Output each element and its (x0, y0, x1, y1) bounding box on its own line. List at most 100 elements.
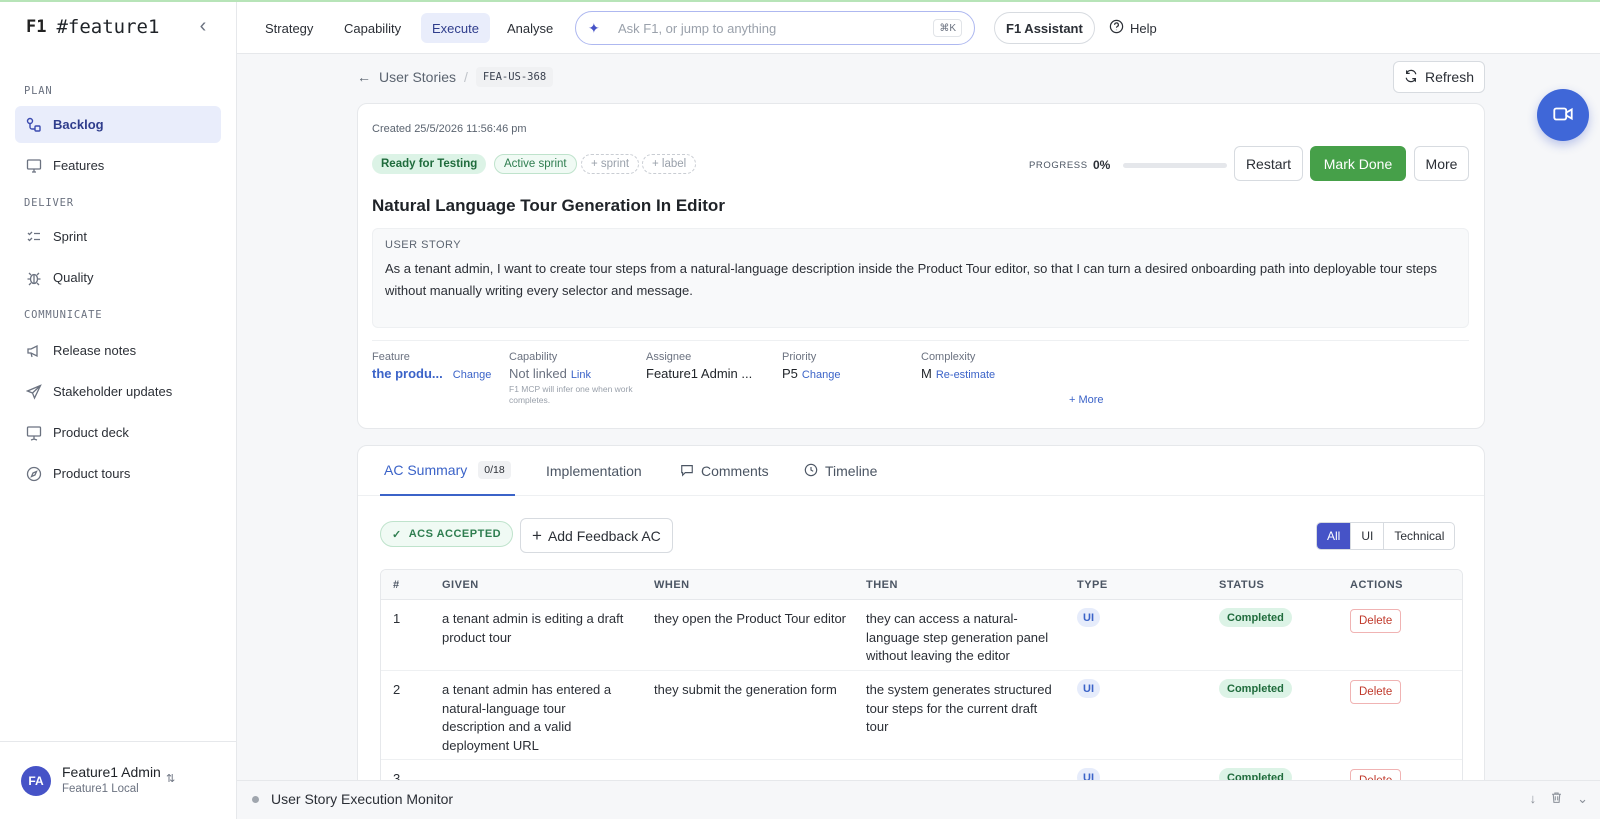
sidebar-item-quality[interactable]: Quality (15, 259, 221, 296)
help-icon (1109, 19, 1124, 37)
chevron-down-icon[interactable]: ⌄ (1577, 791, 1588, 807)
search-input[interactable] (618, 20, 918, 36)
sidebar-item-label: Release notes (53, 343, 137, 358)
story-title: Natural Language Tour Generation In Edit… (372, 196, 725, 215)
tab-capability[interactable]: Capability (333, 13, 412, 43)
sidebar-item-label: Product deck (53, 425, 129, 440)
ac-type-filter: All UI Technical (1316, 522, 1456, 550)
brand-logo: F1 (26, 17, 47, 37)
assignee-value[interactable]: Feature1 Admin ... (646, 366, 752, 381)
sidebar-item-label: Sprint (53, 229, 87, 244)
presentation-icon (25, 424, 43, 442)
user-story-label: USER STORY (385, 239, 462, 251)
collapse-sidebar-icon[interactable]: ‹ (192, 16, 214, 38)
status-badge[interactable]: Ready for Testing (372, 154, 487, 174)
details-card: AC Summary 0/18 Implementation Comments … (357, 445, 1485, 819)
search-bar[interactable]: ✦ ⌘K (575, 11, 975, 45)
refresh-label: Refresh (1424, 69, 1475, 85)
tab-execute[interactable]: Execute (421, 13, 490, 43)
sparkle-icon: ✦ (588, 19, 600, 36)
more-fields-link[interactable]: + More (1069, 394, 1104, 406)
sidebar-item-backlog[interactable]: Backlog (15, 106, 221, 143)
user-story-box: USER STORY As a tenant admin, I want to … (372, 228, 1469, 328)
avatar: FA (21, 766, 51, 796)
tab-analyse[interactable]: Analyse (496, 13, 564, 43)
col-type: TYPE (1077, 579, 1108, 591)
sidebar-item-label: Backlog (53, 117, 104, 132)
monitor-controls: ↓ ⌄ (1530, 791, 1588, 807)
plus-icon: + (532, 525, 542, 545)
tab-ac-summary[interactable]: AC Summary 0/18 (380, 446, 515, 496)
sidebar-item-stakeholder-updates[interactable]: Stakeholder updates (15, 373, 221, 410)
col-actions: ACTIONS (1350, 579, 1403, 591)
nav-section-plan: PLAN (24, 85, 53, 97)
capability-link-button[interactable]: Link (571, 369, 591, 381)
nav-section-deliver: DELIVER (24, 197, 74, 209)
ac-given: a tenant admin has entered a natural-lan… (442, 682, 612, 753)
sidebar-item-release-notes[interactable]: Release notes (15, 332, 221, 369)
sidebar-item-features[interactable]: Features (15, 147, 221, 184)
sprint-badge[interactable]: Active sprint (494, 154, 577, 174)
ac-status-badge: Completed (1219, 608, 1292, 627)
video-call-button[interactable] (1537, 89, 1589, 141)
sidebar-item-product-tours[interactable]: Product tours (15, 455, 221, 492)
tab-strategy[interactable]: Strategy (254, 13, 324, 43)
send-icon (25, 383, 43, 401)
trash-icon[interactable] (1550, 791, 1563, 807)
sidebar-item-sprint[interactable]: Sprint (15, 218, 221, 255)
chevron-updown-icon[interactable]: ⇅ (166, 772, 175, 785)
mark-done-button[interactable]: Mark Done (1310, 146, 1406, 181)
sidebar-item-label: Product tours (53, 466, 131, 481)
table-row: 2 a tenant admin has entered a natural-l… (381, 671, 1462, 760)
meta-feature: Feature the produ... Change (372, 351, 491, 381)
tab-implementation[interactable]: Implementation (546, 446, 642, 496)
brand[interactable]: F1 #feature1 (26, 16, 159, 38)
ac-then: they can access a natural-language step … (866, 611, 1049, 663)
filter-technical[interactable]: Technical (1383, 523, 1454, 549)
tab-timeline[interactable]: Timeline (804, 446, 877, 496)
back-arrow-icon[interactable]: ← (357, 69, 371, 85)
delete-button[interactable]: Delete (1350, 680, 1402, 704)
delete-button[interactable]: Delete (1350, 609, 1402, 633)
download-icon[interactable]: ↓ (1530, 791, 1537, 807)
refresh-button[interactable]: Refresh (1393, 61, 1485, 93)
re-estimate-link[interactable]: Re-estimate (936, 369, 995, 381)
col-status: STATUS (1219, 579, 1265, 591)
more-button[interactable]: More (1414, 146, 1469, 181)
execution-monitor-bar[interactable]: User Story Execution Monitor ↓ ⌄ (237, 780, 1600, 819)
feature-link[interactable]: the produ... (372, 366, 443, 381)
created-timestamp: Created 25/5/2026 11:56:46 pm (372, 123, 527, 135)
comment-icon (680, 463, 694, 480)
acs-accepted-badge: ✓ ACS ACCEPTED (380, 521, 514, 547)
ac-number: 1 (393, 611, 401, 626)
user-menu[interactable]: FA Feature1 Admin Feature1 Local ⇅ (0, 741, 237, 819)
restart-button[interactable]: Restart (1234, 146, 1303, 181)
sidebar-item-product-deck[interactable]: Product deck (15, 414, 221, 451)
breadcrumb-user-stories[interactable]: User Stories (379, 69, 456, 85)
story-id: FEA-US-368 (475, 67, 554, 87)
add-sprint-chip[interactable]: + sprint (581, 154, 640, 174)
filter-ui[interactable]: UI (1350, 523, 1383, 549)
breadcrumb: ← User Stories / FEA-US-368 (357, 66, 554, 88)
feature-change-link[interactable]: Change (453, 369, 492, 381)
filter-all[interactable]: All (1317, 523, 1351, 549)
col-when: WHEN (654, 579, 690, 591)
table-row: 1 a tenant admin is editing a draft prod… (381, 600, 1462, 671)
compass-icon (25, 465, 43, 483)
col-number: # (393, 579, 400, 591)
add-feedback-label: Add Feedback AC (547, 527, 661, 544)
add-feedback-ac-button[interactable]: + Add Feedback AC (520, 518, 673, 553)
assistant-button[interactable]: F1 Assistant (994, 12, 1095, 44)
progress-value: 0% (1093, 158, 1111, 172)
monitor-title: User Story Execution Monitor (271, 791, 454, 807)
ac-type-badge: UI (1077, 608, 1100, 627)
sidebar: F1 #feature1 ‹ PLAN Backlog Features DEL… (0, 2, 237, 819)
add-label-chip[interactable]: + label (642, 154, 697, 174)
ac-number: 2 (393, 682, 401, 697)
priority-change-link[interactable]: Change (802, 369, 841, 381)
progress-bar (1123, 163, 1227, 168)
breadcrumb-separator: / (464, 69, 468, 85)
meta-label: Complexity (921, 351, 976, 363)
tab-comments[interactable]: Comments (680, 446, 769, 496)
help-button[interactable]: Help (1109, 12, 1157, 44)
